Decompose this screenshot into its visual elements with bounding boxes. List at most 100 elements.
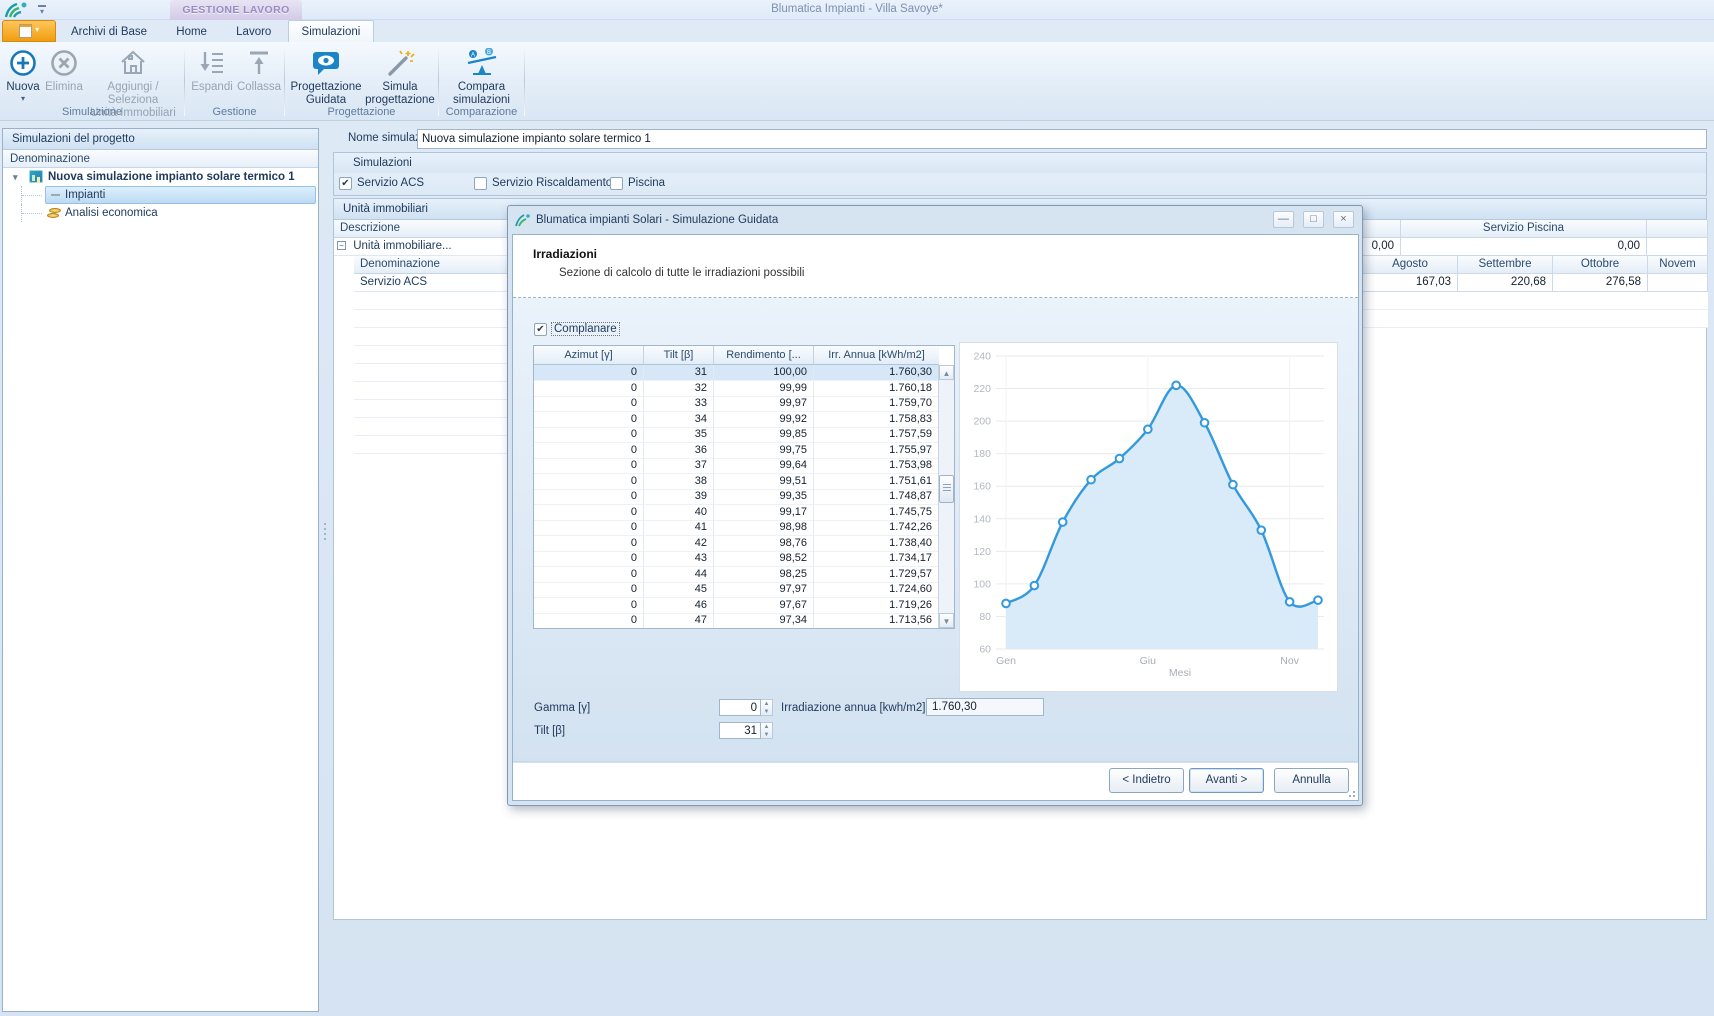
- tree-item-analisi-economica[interactable]: Analisi economica: [3, 204, 318, 222]
- descrizione-column-header[interactable]: Descrizione: [334, 220, 507, 238]
- month-header-settembre[interactable]: Settembre: [1458, 256, 1553, 274]
- gamma-spinner[interactable]: 0: [719, 699, 761, 716]
- scroll-up-button[interactable]: ▲: [939, 365, 954, 380]
- bg-table-total-right[interactable]: 0,00: [1401, 238, 1647, 256]
- dialog-title-bar[interactable]: Blumatica impianti Solari - Simulazione …: [508, 206, 1362, 234]
- irradiazione-annua-field[interactable]: 1.760,30: [926, 698, 1044, 716]
- table-row[interactable]: 04697,671.719,26: [534, 598, 939, 614]
- table-row[interactable]: 03899,511.751,61: [534, 474, 939, 490]
- indietro-button[interactable]: < Indietro: [1109, 768, 1184, 793]
- table-cell: 99,85: [714, 427, 814, 443]
- tree-item-impianti[interactable]: Impianti: [3, 186, 318, 204]
- bg-table-total-next[interactable]: [1647, 238, 1708, 256]
- dialog-minimize-button[interactable]: —: [1273, 211, 1294, 228]
- table-row[interactable]: 03599,851.757,59: [534, 427, 939, 443]
- servizio-piscina-group-header[interactable]: Servizio Piscina: [1401, 220, 1647, 238]
- table-row[interactable]: 04298,761.738,40: [534, 536, 939, 552]
- dialog-close-button[interactable]: ×: [1333, 211, 1354, 228]
- simulazioni-panel: Simulazioni ✔ Servizio ACS ✔ Servizio Ri…: [333, 152, 1707, 196]
- bg-table-total-left[interactable]: 0,00: [1363, 238, 1401, 256]
- sidebar-splitter[interactable]: [319, 128, 331, 1012]
- col-header-irr-annua[interactable]: Irr. Annua [kWh/m2]: [814, 346, 939, 365]
- table-cell: 36: [644, 443, 714, 459]
- table-cell: 1.760,30: [814, 365, 939, 381]
- espandi-button[interactable]: Espandi: [188, 46, 236, 94]
- table-cell: 99,99: [714, 381, 814, 397]
- value-ottobre[interactable]: 276,58: [1553, 274, 1648, 292]
- tilt-spin-buttons[interactable]: ▲▼: [761, 722, 773, 739]
- month-header-novembre[interactable]: Novem: [1648, 256, 1708, 274]
- table-vertical-scrollbar[interactable]: ▲ ▼: [938, 365, 954, 628]
- table-row[interactable]: 04597,971.724,60: [534, 582, 939, 598]
- progettazione-guidata-button[interactable]: Progettazione Guidata: [288, 46, 364, 107]
- table-cell: 1.759,70: [814, 396, 939, 412]
- tilt-spinner[interactable]: 31: [719, 722, 761, 739]
- tab-home[interactable]: Home: [163, 21, 220, 43]
- annulla-button[interactable]: Annulla: [1274, 768, 1349, 793]
- collassa-button[interactable]: Collassa: [236, 46, 282, 94]
- irradiation-chart-svg: 6080100120140160180200220240GenGiuNovMes…: [960, 343, 1337, 691]
- table-row[interactable]: 03799,641.753,98: [534, 458, 939, 474]
- table-row[interactable]: 04198,981.742,26: [534, 520, 939, 536]
- table-cell: 97,67: [714, 598, 814, 614]
- project-simulations-panel: Simulazioni del progetto Denominazione ▾…: [2, 128, 319, 1012]
- scrollbar-thumb[interactable]: [939, 475, 954, 503]
- table-cell: 45: [644, 582, 714, 598]
- table-row[interactable]: 04498,251.729,57: [534, 567, 939, 583]
- table-cell: 46: [644, 598, 714, 614]
- resize-grip[interactable]: [1345, 787, 1355, 797]
- table-cell: 1.742,26: [814, 520, 939, 536]
- tree-item-simulazione-root[interactable]: ▾ Nuova simulazione impianto solare term…: [3, 168, 318, 186]
- espandi-label: Espandi: [188, 81, 236, 94]
- collapse-expander-icon[interactable]: −: [337, 241, 346, 250]
- table-row[interactable]: 03499,921.758,83: [534, 412, 939, 428]
- tab-simulazioni[interactable]: Simulazioni: [288, 20, 375, 42]
- elimina-button[interactable]: Elimina: [44, 46, 84, 94]
- tab-archivi-di-base[interactable]: Archivi di Base: [58, 21, 160, 43]
- complanare-checkbox[interactable]: ✔: [534, 323, 547, 336]
- table-row[interactable]: 04398,521.734,17: [534, 551, 939, 567]
- piscina-checkbox[interactable]: ✔: [610, 177, 623, 190]
- value-novembre[interactable]: [1648, 274, 1708, 292]
- tilt-label: Tilt [β]: [534, 725, 565, 737]
- progettazione-guidata-line1: Progettazione: [288, 81, 364, 94]
- value-agosto[interactable]: 167,03: [1363, 274, 1458, 292]
- servizio-acs-row[interactable]: Servizio ACS: [354, 274, 507, 292]
- servizio-riscaldamento-checkbox[interactable]: ✔: [474, 177, 487, 190]
- gamma-spin-buttons[interactable]: ▲▼: [761, 699, 773, 716]
- avanti-button[interactable]: Avanti >: [1189, 768, 1264, 793]
- servizio-riscaldamento-label: Servizio Riscaldamento: [492, 177, 612, 189]
- nuova-button[interactable]: Nuova ▾: [2, 46, 44, 103]
- table-row[interactable]: 03999,351.748,87: [534, 489, 939, 505]
- servizio-acs-checkbox[interactable]: ✔: [339, 177, 352, 190]
- tree-caret-icon[interactable]: ▾: [13, 168, 18, 186]
- month-header-ottobre[interactable]: Ottobre: [1553, 256, 1648, 274]
- value-settembre[interactable]: 220,68: [1458, 274, 1553, 292]
- compara-simulazioni-button[interactable]: A B Compara simulazioni: [442, 46, 521, 107]
- simula-progettazione-button[interactable]: Simula progettazione: [364, 46, 436, 107]
- table-row[interactable]: 031100,001.760,30: [534, 365, 939, 381]
- table-row[interactable]: 04797,341.713,56: [534, 613, 939, 628]
- table-row[interactable]: 04099,171.745,75: [534, 505, 939, 521]
- table-cell: 0: [534, 582, 644, 598]
- bg-table-group-header-next[interactable]: [1647, 220, 1708, 238]
- table-row[interactable]: 03299,991.760,18: [534, 381, 939, 397]
- table-cell: 43: [644, 551, 714, 567]
- table-cell: 1.745,75: [814, 505, 939, 521]
- scroll-down-button[interactable]: ▼: [939, 613, 954, 628]
- tab-lavoro[interactable]: Lavoro: [223, 21, 284, 43]
- application-menu-button[interactable]: ▾: [2, 20, 56, 42]
- table-row[interactable]: 03399,971.759,70: [534, 396, 939, 412]
- table-row[interactable]: 03699,751.755,97: [534, 443, 939, 459]
- contextual-tab-group-label: GESTIONE LAVORO: [170, 0, 302, 20]
- unita-immobiliare-row[interactable]: − Unità immobiliare...: [334, 238, 507, 256]
- table-cell: 1.758,83: [814, 412, 939, 428]
- col-header-tilt[interactable]: Tilt [β]: [644, 346, 714, 365]
- col-header-rendimento[interactable]: Rendimento [...: [714, 346, 814, 365]
- month-header-agosto[interactable]: Agosto: [1363, 256, 1458, 274]
- dialog-maximize-button[interactable]: □: [1303, 211, 1324, 228]
- denominazione-sub-header[interactable]: Denominazione: [354, 256, 507, 274]
- nome-simulazione-input[interactable]: [417, 129, 1707, 149]
- sidebar-column-header[interactable]: Denominazione: [3, 150, 318, 168]
- col-header-azimut[interactable]: Azimut [γ]: [534, 346, 644, 365]
